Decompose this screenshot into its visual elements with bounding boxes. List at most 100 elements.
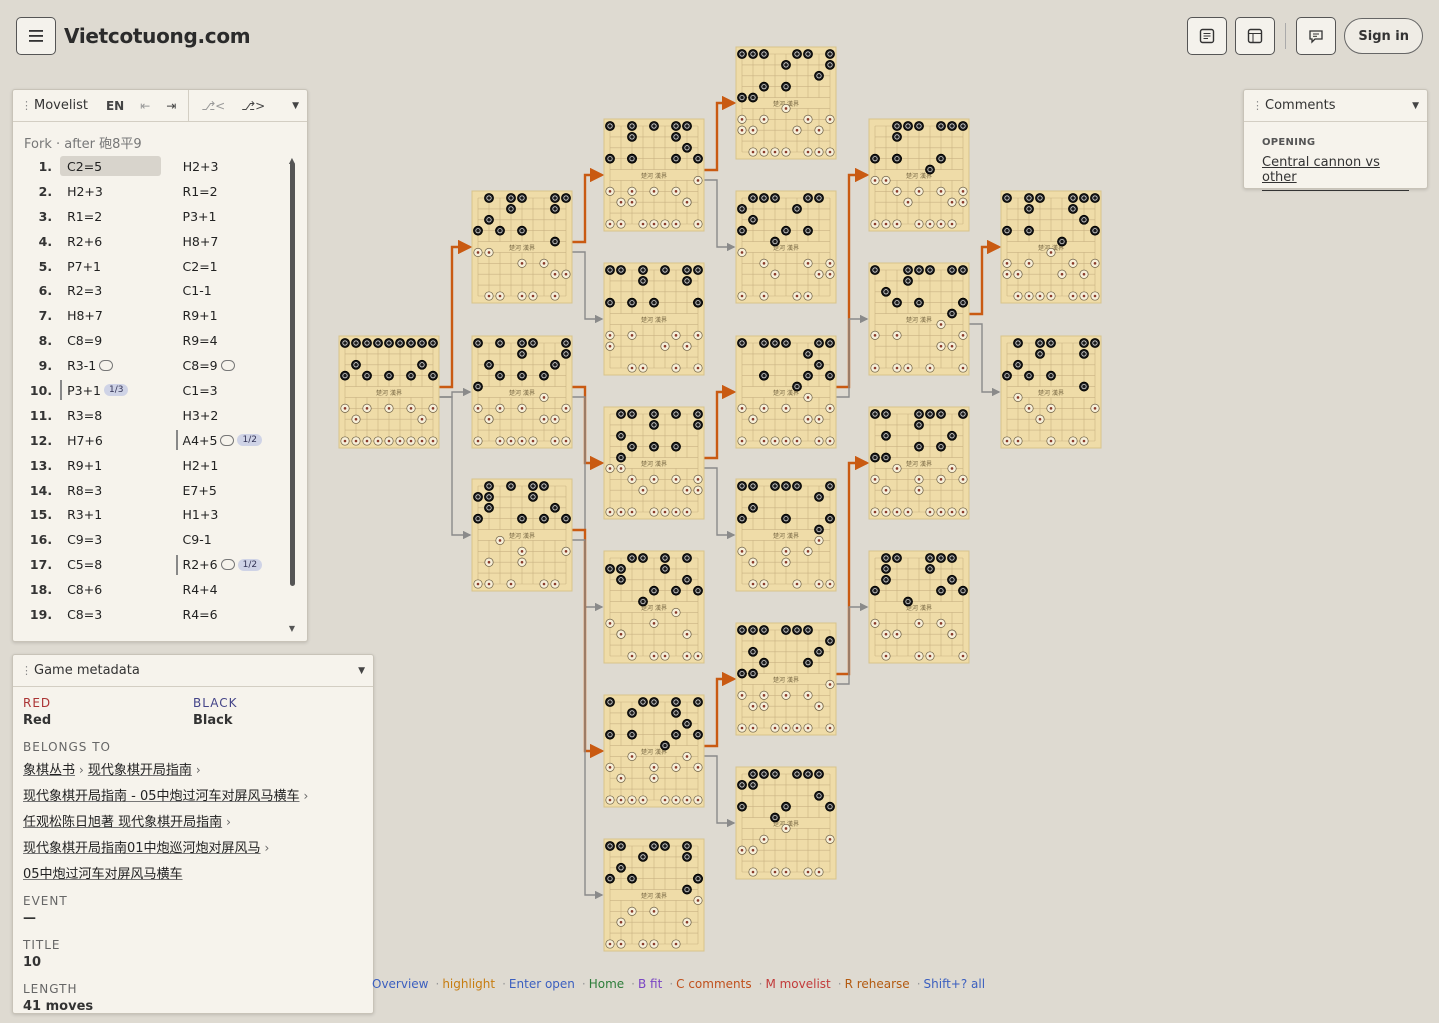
board-thumbnail[interactable]: 楚河 漢界 xyxy=(868,262,970,376)
collection-link[interactable]: 象棋丛书 xyxy=(23,763,75,778)
layout-button[interactable] xyxy=(1235,17,1276,55)
black-move[interactable]: C9-1 xyxy=(176,530,291,550)
black-move[interactable]: R9+1 xyxy=(176,306,291,326)
red-move[interactable]: H2+3 xyxy=(60,181,175,201)
collapse-icon[interactable]: ▼ xyxy=(292,101,299,111)
black-move[interactable]: E7+5 xyxy=(176,480,291,500)
shortcut-hint[interactable]: Overview xyxy=(372,977,429,991)
board-thumbnail[interactable]: 楚河 漢界 xyxy=(471,478,573,592)
comment-bubble-icon[interactable] xyxy=(220,360,235,372)
board-thumbnail[interactable]: 楚河 漢界 xyxy=(735,478,837,592)
black-move[interactable]: P3+1 xyxy=(176,206,291,226)
red-move[interactable]: H7+6 xyxy=(60,430,175,450)
board-thumbnail[interactable]: 楚河 漢界 xyxy=(471,335,573,449)
black-move[interactable]: C8=9 xyxy=(176,356,291,376)
black-move[interactable]: H8+7 xyxy=(176,231,291,251)
red-move[interactable]: R9+1 xyxy=(60,455,175,475)
black-move[interactable]: R4+4 xyxy=(176,580,291,600)
red-move[interactable]: P7+1 xyxy=(60,256,175,276)
board-thumbnail[interactable]: 楚河 漢界 xyxy=(1000,335,1102,449)
shortcut-hint[interactable]: Enter open xyxy=(509,977,575,991)
black-move[interactable]: R1=2 xyxy=(176,181,291,201)
shortcut-hint[interactable]: Shift+? all xyxy=(924,977,986,991)
board-thumbnail[interactable]: 楚河 漢界 xyxy=(603,262,705,376)
board-thumbnail[interactable]: 楚河 漢界 xyxy=(1000,190,1102,304)
comments-button[interactable] xyxy=(1296,17,1337,55)
board-thumbnail[interactable]: 楚河 漢界 xyxy=(735,335,837,449)
comment-bubble-icon[interactable] xyxy=(99,360,114,372)
drag-handle-icon[interactable]: ⋮ xyxy=(1252,99,1263,112)
next-variation-icon[interactable]: ⎇> xyxy=(241,99,265,113)
red-move[interactable]: H8+7 xyxy=(60,306,175,326)
shortcut-hint[interactable]: highlight xyxy=(442,977,495,991)
board-thumbnail[interactable]: 楚河 漢界 xyxy=(735,46,837,160)
red-move[interactable]: C8+6 xyxy=(60,580,175,600)
comment-bubble-icon[interactable] xyxy=(220,434,235,446)
board-thumbnail[interactable]: 楚河 漢界 xyxy=(735,766,837,880)
language-toggle[interactable]: EN xyxy=(106,99,124,113)
red-move[interactable]: R3+1 xyxy=(60,505,175,525)
board-thumbnail[interactable]: 楚河 漢界 xyxy=(868,550,970,664)
shortcut-hint[interactable]: C comments xyxy=(676,977,751,991)
black-move[interactable]: R4=6 xyxy=(176,604,291,624)
sign-in-button[interactable]: Sign in xyxy=(1344,18,1423,54)
black-move[interactable]: C1-1 xyxy=(176,281,291,301)
red-move[interactable]: C5=8 xyxy=(60,555,175,575)
variation-badge[interactable]: 1/2 xyxy=(237,558,263,571)
first-move-icon[interactable]: ⇤ xyxy=(140,99,150,113)
board-thumbnail[interactable]: 楚河 漢界 xyxy=(868,118,970,232)
drag-handle-icon[interactable]: ⋮ xyxy=(21,99,32,112)
red-move[interactable]: C8=3 xyxy=(60,604,175,624)
site-title[interactable]: Vietcotuong.com xyxy=(64,24,251,48)
red-move[interactable]: R3-1 xyxy=(60,356,175,376)
black-move[interactable]: R9=4 xyxy=(176,331,291,351)
collection-link[interactable]: 现代象棋开局指南 xyxy=(88,763,192,778)
black-move[interactable]: A4+5 1/2 xyxy=(175,430,291,451)
black-move[interactable]: C1=3 xyxy=(176,380,291,400)
drag-handle-icon[interactable]: ⋮ xyxy=(21,664,32,677)
collapse-icon[interactable]: ▼ xyxy=(1412,101,1419,111)
board-thumbnail[interactable]: 楚河 漢界 xyxy=(603,550,705,664)
shortcut-hint[interactable]: Home xyxy=(589,977,624,991)
black-move[interactable]: H2+3 xyxy=(176,156,291,176)
red-move[interactable]: C2=5 xyxy=(60,156,161,177)
board-thumbnail[interactable]: 楚河 漢界 xyxy=(603,838,705,952)
menu-button[interactable] xyxy=(16,17,56,55)
opening-name[interactable]: Central cannon vs other xyxy=(1262,155,1409,191)
black-move[interactable]: H3+2 xyxy=(176,405,291,425)
collection-link[interactable]: 现代象棋开局指南01中炮巡河炮对屏风马 xyxy=(23,841,261,856)
board-thumbnail[interactable]: 楚河 漢界 xyxy=(735,622,837,736)
red-move[interactable]: R3=8 xyxy=(60,405,175,425)
shortcut-hint[interactable]: B fit xyxy=(638,977,662,991)
collection-link[interactable]: 任观松陈日旭著 现代象棋开局指南 xyxy=(23,815,222,830)
black-move[interactable]: R2+6 1/2 xyxy=(175,554,291,575)
black-move[interactable]: H2+1 xyxy=(176,455,291,475)
collection-link[interactable]: 05中炮过河车对屏风马横车 xyxy=(23,867,183,882)
red-move[interactable]: R2+6 xyxy=(60,231,175,251)
red-move[interactable]: R8=3 xyxy=(60,480,175,500)
variation-badge[interactable]: 1/2 xyxy=(237,434,262,447)
board-thumbnail[interactable]: 楚河 漢界 xyxy=(603,694,705,808)
shortcut-hint[interactable]: R rehearse xyxy=(845,977,910,991)
variation-badge[interactable]: 1/3 xyxy=(104,384,129,397)
prev-variation-icon[interactable]: ⎇< xyxy=(201,99,225,113)
board-thumbnail[interactable]: 楚河 漢界 xyxy=(735,190,837,304)
black-move[interactable]: H1+3 xyxy=(176,505,291,525)
collection-link[interactable]: 现代象棋开局指南 - 05中炮过河车对屏风马横车 xyxy=(23,789,300,804)
red-move[interactable]: P3+1 1/3 xyxy=(60,380,175,401)
red-move[interactable]: R1=2 xyxy=(60,206,175,226)
shortcut-hint[interactable]: M movelist xyxy=(765,977,830,991)
board-thumbnail[interactable]: 楚河 漢界 xyxy=(471,190,573,304)
black-move[interactable]: C2=1 xyxy=(176,256,291,276)
last-move-icon[interactable]: ⇥ xyxy=(166,99,176,113)
red-move[interactable]: R2=3 xyxy=(60,281,175,301)
movelist-scrollbar[interactable] xyxy=(290,162,295,586)
red-move[interactable]: C8=9 xyxy=(60,331,175,351)
scroll-down-icon[interactable]: ▼ xyxy=(289,624,295,633)
board-thumbnail[interactable]: 楚河 漢界 xyxy=(603,118,705,232)
board-thumbnail[interactable]: 楚河 漢界 xyxy=(338,335,440,449)
board-thumbnail[interactable]: 楚河 漢界 xyxy=(868,406,970,520)
comment-bubble-icon[interactable] xyxy=(220,559,235,571)
notes-button[interactable] xyxy=(1187,17,1228,55)
red-move[interactable]: C9=3 xyxy=(60,530,175,550)
